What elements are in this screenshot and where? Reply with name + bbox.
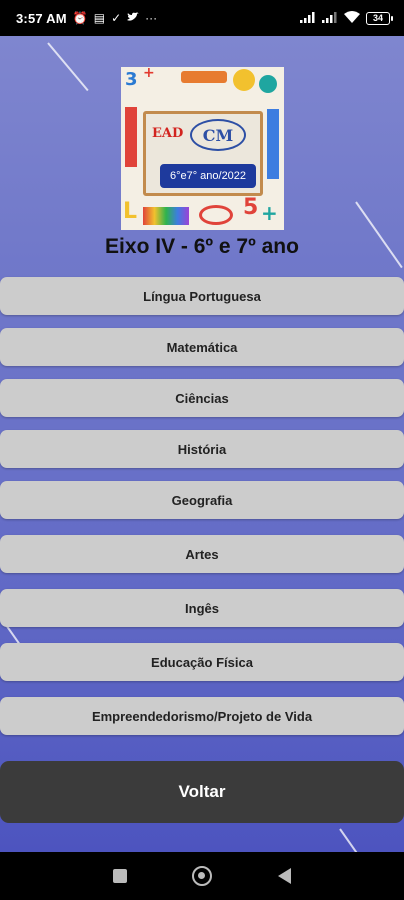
decorative-streak (339, 828, 359, 852)
signal-icon (300, 11, 316, 26)
subject-button-ciencias[interactable]: Ciências (0, 379, 404, 417)
navigation-bar (0, 852, 404, 900)
subject-button-matematica[interactable]: Matemática (0, 328, 404, 366)
notes-icon: ▤ (93, 11, 106, 25)
subject-button-geografia[interactable]: Geografia (0, 481, 404, 519)
logo-seal: CM (190, 119, 246, 151)
more-icon: ··· (145, 11, 158, 25)
wifi-icon (344, 10, 360, 26)
check-icon: ✓ (111, 11, 122, 25)
page-title: Eixo IV - 6º e 7º ano (105, 235, 299, 258)
system-icons: 34 (300, 10, 393, 26)
status-bar: 3:57 AM ⏰ ▤ ✓ ··· 34 (0, 0, 404, 36)
school-logo: 3 + L 5 + EAD CM 6°e7° ano/2022 (121, 67, 284, 230)
back-button[interactable]: Voltar (0, 761, 404, 823)
notification-icons: ⏰ ▤ ✓ ··· (73, 11, 157, 25)
subject-button-educacao-fisica[interactable]: Educação Física (0, 643, 404, 681)
signal-icon (322, 11, 338, 26)
subject-button-lingua-portuguesa[interactable]: Língua Portuguesa (0, 277, 404, 315)
subject-button-empreendedorismo[interactable]: Empreendedorismo/Projeto de Vida (0, 697, 404, 735)
subject-button-historia[interactable]: História (0, 430, 404, 468)
subject-button-ingles[interactable]: Ingês (0, 589, 404, 627)
alarm-icon: ⏰ (72, 11, 88, 25)
app-screen: 3 + L 5 + EAD CM 6°e7° ano/2022 Eixo IV … (0, 36, 404, 852)
back-icon[interactable] (278, 868, 292, 884)
battery-icon: 34 (366, 11, 393, 25)
subject-button-artes[interactable]: Artes (0, 535, 404, 573)
logo-year-badge: 6°e7° ano/2022 (160, 164, 256, 188)
twitter-icon (127, 11, 140, 25)
home-icon[interactable] (192, 866, 213, 886)
recent-apps-icon[interactable] (112, 869, 127, 883)
logo-ead-text: EAD (152, 126, 184, 141)
status-time: 3:57 AM (16, 10, 67, 26)
logo-board: EAD CM 6°e7° ano/2022 (143, 111, 263, 196)
decorative-streak (47, 42, 89, 92)
